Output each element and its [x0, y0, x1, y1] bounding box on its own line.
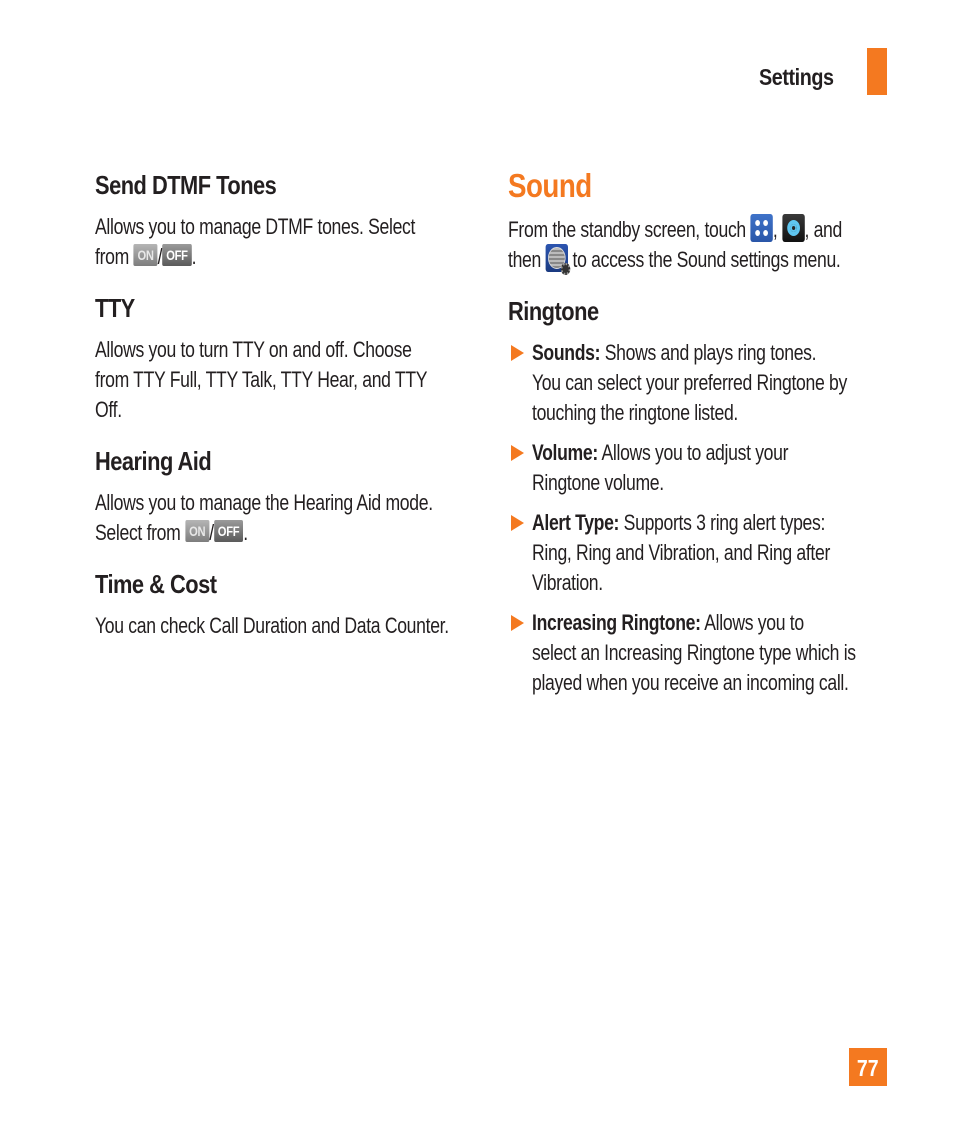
section-tab-marker [867, 48, 887, 95]
bullet-arrow-icon [511, 615, 524, 631]
sound-intro-line-2: then to access the Sound settings menu. [508, 244, 842, 276]
sound-intro-then: then [508, 247, 541, 273]
sound-intro-and: , and [804, 217, 842, 242]
heading-time-cost: Time & Cost [95, 569, 217, 599]
hearing-aid-line-2: Select from ON / OFF. [95, 518, 433, 548]
bullet-arrow-icon [511, 345, 524, 361]
ringtone-item-line: select an Increasing Ringtone type which… [532, 640, 856, 665]
bullet-arrow-icon [511, 445, 524, 461]
time-cost-description: You can check Call Duration and Data Cou… [95, 613, 449, 638]
item-text: Shows and plays ring tones. [600, 340, 817, 365]
ringtone-item-line: played when you receive an incoming call… [532, 670, 849, 695]
ringtone-item-line: Sounds: Shows and plays ring tones. [532, 338, 847, 368]
section-title: Settings [759, 64, 834, 90]
page-number-badge: 77 [849, 1048, 887, 1086]
off-toggle-icon: OFF [162, 244, 192, 267]
sound-intro: From the standby screen, touch , , and t… [508, 214, 842, 276]
ringtone-item-increasing-ringtone: Increasing Ringtone: Allows you to selec… [532, 608, 856, 698]
off-toggle-icon: OFF [213, 520, 244, 543]
on-toggle-icon: ON [133, 244, 158, 267]
settings-gear-icon [782, 214, 805, 243]
ringtone-item-alert-type: Alert Type: Supports 3 ring alert types:… [532, 508, 830, 598]
ringtone-item-sounds: Sounds: Shows and plays ring tones. You … [532, 338, 847, 428]
hearing-aid-line-1: Allows you to manage the Hearing Aid mod… [95, 490, 433, 515]
item-text: Allows you to [700, 610, 804, 635]
sound-intro-line-1: From the standby screen, touch , , and [508, 214, 842, 245]
item-term: Sounds: [532, 340, 601, 365]
item-text: Supports 3 ring alert types: [619, 510, 826, 535]
heading-ringtone: Ringtone [508, 296, 599, 326]
tty-line-2: from TTY Full, TTY Talk, TTY Hear, and T… [95, 367, 428, 392]
ringtone-item-line: You can select your preferred Ringtone b… [532, 370, 847, 395]
hearing-aid-description: Allows you to manage the Hearing Aid mod… [95, 488, 433, 548]
heading-send-dtmf-tones: Send DTMF Tones [95, 170, 277, 200]
sound-intro-suffix: to access the Sound settings menu. [572, 247, 841, 273]
ringtone-item-volume: Volume: Allows you to adjust your Ringto… [532, 438, 788, 498]
dtmf-description: Allows you to manage DTMF tones. Select … [95, 212, 415, 272]
item-text: Allows you to adjust your [597, 440, 789, 465]
hearing-aid-select-text: Select from [95, 520, 181, 545]
dtmf-from-text: from [95, 244, 129, 269]
page-number: 77 [857, 1055, 879, 1081]
sound-intro-text: From the standby screen, touch [508, 217, 746, 242]
separator: / [209, 520, 214, 545]
tty-line-1: Allows you to turn TTY on and off. Choos… [95, 337, 412, 362]
period: . [191, 244, 197, 269]
bullet-arrow-icon [511, 515, 524, 531]
tty-line-3: Off. [95, 397, 122, 422]
sound-settings-icon [545, 244, 571, 276]
item-term: Increasing Ringtone: [532, 610, 701, 635]
apps-grid-icon [750, 214, 773, 243]
period: . [243, 520, 248, 545]
ringtone-item-line: Vibration. [532, 570, 603, 595]
ringtone-item-line: Volume: Allows you to adjust your [532, 438, 788, 468]
heading-sound: Sound [508, 167, 592, 204]
ringtone-item-line: Alert Type: Supports 3 ring alert types: [532, 508, 830, 538]
dtmf-line-1: Allows you to manage DTMF tones. Select [95, 214, 416, 239]
tty-description: Allows you to turn TTY on and off. Choos… [95, 335, 427, 425]
ringtone-item-line: touching the ringtone listed. [532, 400, 738, 425]
dtmf-line-2: from ON / OFF. [95, 242, 415, 272]
heading-hearing-aid: Hearing Aid [95, 446, 212, 476]
item-term: Alert Type: [532, 510, 620, 535]
comma: , [772, 217, 778, 242]
ringtone-item-line: Ring, Ring and Vibration, and Ring after [532, 540, 831, 565]
ringtone-item-line: Ringtone volume. [532, 470, 664, 495]
ringtone-item-line: Increasing Ringtone: Allows you to [532, 608, 856, 638]
item-term: Volume: [532, 440, 598, 465]
heading-tty: TTY [95, 293, 135, 323]
on-toggle-icon: ON [185, 520, 210, 543]
